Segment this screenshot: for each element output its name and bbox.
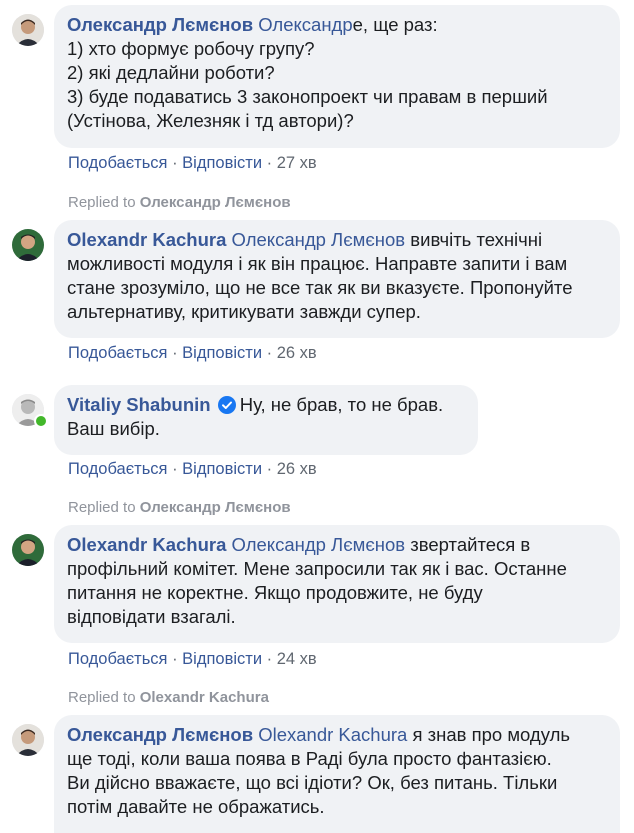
reply-button[interactable]: Відповісти [182, 650, 262, 668]
separator: · [172, 460, 178, 478]
comment-actions: Подобається · Відповісти · 26 хв [68, 343, 317, 363]
comment-bubble: Олександр Лємєнов Олександре, ще раз: 1)… [54, 5, 620, 148]
separator: · [266, 650, 273, 668]
replied-to-name[interactable]: Олександр Лємєнов [140, 499, 291, 516]
comment-time[interactable]: 27 хв [277, 154, 317, 172]
comment-text: Ну, не брав, то не брав. [239, 394, 444, 415]
like-button[interactable]: Подобається [68, 650, 167, 668]
comment-line: стане зрозуміло, що не все так як ви вка… [67, 277, 573, 298]
mention-link[interactable]: Олександр [258, 14, 352, 35]
comment-author[interactable]: Олександр Лємєнов [67, 724, 253, 745]
comment-line: потім давайте не ображатись. [67, 796, 325, 817]
replied-prefix: Replied to [68, 194, 136, 211]
comment-time[interactable]: 24 хв [277, 650, 317, 668]
comment-actions: Подобається · Відповісти · 26 хв [68, 459, 317, 479]
comment-bubble: Vitaliy Shabunin Ну, не брав, то не брав… [54, 385, 478, 455]
reply-button[interactable]: Відповісти [182, 344, 262, 362]
comment-time[interactable]: 26 хв [277, 344, 317, 362]
comment-time[interactable]: 26 хв [277, 460, 317, 478]
replied-prefix: Replied to [68, 499, 136, 516]
comment-line: профільний комітет. Мене запросили так я… [67, 558, 567, 579]
comment-line: питання не коректне. Якщо продовжите, не… [67, 582, 483, 603]
reply-button[interactable]: Відповісти [182, 460, 262, 478]
separator: · [172, 650, 178, 668]
replied-prefix: Replied to [68, 689, 136, 706]
avatar-lemenov[interactable] [12, 724, 44, 756]
replied-to-name[interactable]: Олександр Лємєнов [140, 194, 291, 211]
comment-line: відповідати взагалі. [67, 606, 236, 627]
separator: · [266, 460, 273, 478]
mention-link[interactable]: Олександр Лємєнов [232, 534, 406, 555]
comment-text: я знав про модуль [407, 724, 571, 745]
avatar-kachura[interactable] [12, 229, 44, 261]
comment-line: ще тоді, коли ваша поява в Раді була про… [67, 748, 552, 769]
separator: · [266, 154, 273, 172]
comment-line: (Устінова, Железняк і тд автори)? [67, 110, 354, 131]
comment-author[interactable]: Olexandr Kachura [67, 534, 226, 555]
avatar-kachura[interactable] [12, 534, 44, 566]
separator: · [172, 154, 178, 172]
comment-bubble: Olexandr Kachura Олександр Лємєнов зверт… [54, 525, 620, 643]
reply-button[interactable]: Відповісти [182, 154, 262, 172]
replied-to-label: Replied to Olexandr Kachura [68, 688, 269, 708]
comment-line: Ви дійсно вважаєте, що всі ідіоти? Ок, б… [67, 772, 558, 793]
verified-badge-icon [217, 396, 236, 414]
mention-link[interactable]: Олександр Лємєнов [232, 229, 406, 250]
separator: · [172, 344, 178, 362]
comment-text: вивчіть технічні [405, 229, 543, 250]
comment-text: е, ще раз: [352, 14, 438, 35]
comment-line: 3) буде подаватись 3 законопроект чи пра… [67, 86, 548, 107]
mention-link[interactable]: Olexandr Kachura [258, 724, 407, 745]
like-button[interactable]: Подобається [68, 154, 167, 172]
replied-to-name[interactable]: Olexandr Kachura [140, 689, 269, 706]
comment-line: Ваш вибір. [67, 418, 160, 439]
like-button[interactable]: Подобається [68, 344, 167, 362]
comment-author[interactable]: Olexandr Kachura [67, 229, 226, 250]
comment-line: 2) які дедлайни роботи? [67, 62, 275, 83]
avatar-lemenov[interactable] [12, 14, 44, 46]
like-button[interactable]: Подобається [68, 460, 167, 478]
comment-line: 1) хто формує робочу групу? [67, 38, 315, 59]
replied-to-label: Replied to Олександр Лємєнов [68, 193, 291, 213]
online-status-icon [34, 414, 48, 428]
comment-author[interactable]: Vitaliy Shabunin [67, 394, 211, 415]
comment-bubble: Олександр Лємєнов Olexandr Kachura я зна… [54, 715, 620, 833]
comment-text: звертайтеся в [405, 534, 531, 555]
comment-line: альтернативу, критикувати завжди супер. [67, 301, 421, 322]
comment-author[interactable]: Олександр Лємєнов [67, 14, 253, 35]
separator: · [266, 344, 273, 362]
comment-line: можливості модуля і як він працює. Напра… [67, 253, 568, 274]
comment-bubble: Olexandr Kachura Олександр Лємєнов вивчі… [54, 220, 620, 338]
comment-actions: Подобається · Відповісти · 27 хв [68, 153, 317, 173]
comment-actions: Подобається · Відповісти · 24 хв [68, 649, 317, 669]
replied-to-label: Replied to Олександр Лємєнов [68, 498, 291, 518]
